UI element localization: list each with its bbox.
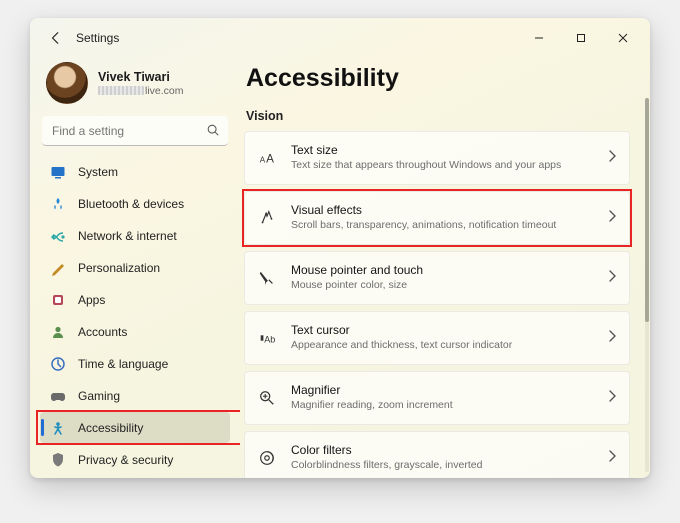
section-heading: Vision bbox=[244, 107, 644, 131]
svg-text:Ab: Ab bbox=[264, 335, 275, 345]
profile-name: Vivek Tiwari bbox=[98, 70, 184, 84]
card-text-cursor[interactable]: Ab Text cursor Appearance and thickness,… bbox=[244, 311, 630, 365]
card-title: Magnifier bbox=[291, 383, 601, 397]
nav-icon bbox=[50, 164, 66, 180]
maximize-button[interactable] bbox=[560, 23, 602, 53]
chevron-right-icon bbox=[607, 209, 617, 227]
svg-text:A: A bbox=[266, 153, 274, 166]
nav-icon bbox=[50, 356, 66, 372]
close-button[interactable] bbox=[602, 23, 644, 53]
sidebar-item-system[interactable]: System bbox=[40, 156, 230, 187]
card-icon bbox=[257, 388, 277, 408]
redacted-text bbox=[98, 86, 144, 95]
nav-icon bbox=[50, 388, 66, 404]
page-title: Accessibility bbox=[244, 58, 644, 107]
minimize-button[interactable] bbox=[518, 23, 560, 53]
card-magnifier[interactable]: Magnifier Magnifier reading, zoom increm… bbox=[244, 371, 630, 425]
titlebar: Settings bbox=[30, 18, 650, 58]
card-desc: Scroll bars, transparency, animations, n… bbox=[291, 219, 601, 232]
card-title: Mouse pointer and touch bbox=[291, 263, 601, 277]
nav-icon bbox=[50, 420, 66, 436]
chevron-right-icon bbox=[607, 389, 617, 407]
search-input[interactable] bbox=[42, 116, 228, 146]
sidebar-item-network-internet[interactable]: Network & internet bbox=[40, 220, 230, 251]
nav-icon bbox=[50, 452, 66, 468]
sidebar-item-time-language[interactable]: Time & language bbox=[40, 348, 230, 379]
card-title: Visual effects bbox=[291, 203, 601, 217]
main-pane: Accessibility Vision AA Text size Text s… bbox=[240, 58, 650, 478]
card-visual-effects[interactable]: Visual effects Scroll bars, transparency… bbox=[244, 191, 630, 245]
card-icon bbox=[257, 268, 277, 288]
app-title: Settings bbox=[76, 31, 119, 45]
card-icon bbox=[257, 208, 277, 228]
card-desc: Text size that appears throughout Window… bbox=[291, 159, 601, 172]
chevron-right-icon bbox=[607, 449, 617, 467]
card-icon bbox=[257, 448, 277, 468]
scrollbar[interactable] bbox=[645, 98, 649, 472]
profile-block[interactable]: Vivek Tiwari live.com bbox=[40, 58, 230, 116]
sidebar-item-accessibility[interactable]: Accessibility bbox=[40, 412, 230, 443]
nav-label: Privacy & security bbox=[78, 453, 173, 467]
sidebar-item-accounts[interactable]: Accounts bbox=[40, 316, 230, 347]
card-title: Text cursor bbox=[291, 323, 601, 337]
nav-label: Personalization bbox=[78, 261, 160, 275]
nav-icon bbox=[50, 228, 66, 244]
sidebar-item-apps[interactable]: Apps bbox=[40, 284, 230, 315]
card-title: Color filters bbox=[291, 443, 601, 457]
sidebar-item-windows-update[interactable]: Windows Update bbox=[40, 476, 230, 478]
chevron-right-icon bbox=[607, 329, 617, 347]
settings-window: Settings Vivek Tiwari live.com bbox=[30, 18, 650, 478]
svg-text:A: A bbox=[260, 156, 266, 165]
chevron-right-icon bbox=[607, 149, 617, 167]
sidebar-item-bluetooth-devices[interactable]: Bluetooth & devices bbox=[40, 188, 230, 219]
back-button[interactable] bbox=[44, 26, 68, 50]
card-mouse-pointer-and-touch[interactable]: Mouse pointer and touch Mouse pointer co… bbox=[244, 251, 630, 305]
scrollbar-thumb[interactable] bbox=[645, 98, 649, 322]
card-desc: Mouse pointer color, size bbox=[291, 279, 601, 292]
nav-list: System Bluetooth & devices Network & inter… bbox=[40, 156, 230, 478]
avatar bbox=[46, 62, 88, 104]
card-list: AA Text size Text size that appears thro… bbox=[244, 131, 644, 478]
card-text-size[interactable]: AA Text size Text size that appears thro… bbox=[244, 131, 630, 185]
sidebar-item-privacy-security[interactable]: Privacy & security bbox=[40, 444, 230, 475]
nav-label: Time & language bbox=[78, 357, 168, 371]
profile-email: live.com bbox=[98, 85, 184, 97]
search-icon bbox=[206, 123, 220, 142]
nav-label: Accounts bbox=[78, 325, 127, 339]
card-desc: Magnifier reading, zoom increment bbox=[291, 399, 601, 412]
nav-label: System bbox=[78, 165, 118, 179]
card-icon: Ab bbox=[257, 328, 277, 348]
nav-label: Gaming bbox=[78, 389, 120, 403]
nav-label: Accessibility bbox=[78, 421, 143, 435]
card-color-filters[interactable]: Color filters Colorblindness filters, gr… bbox=[244, 431, 630, 478]
card-title: Text size bbox=[291, 143, 601, 157]
nav-label: Bluetooth & devices bbox=[78, 197, 184, 211]
card-desc: Colorblindness filters, grayscale, inver… bbox=[291, 459, 601, 472]
nav-icon bbox=[50, 292, 66, 308]
card-desc: Appearance and thickness, text cursor in… bbox=[291, 339, 601, 352]
sidebar-item-gaming[interactable]: Gaming bbox=[40, 380, 230, 411]
nav-label: Network & internet bbox=[78, 229, 177, 243]
sidebar-item-personalization[interactable]: Personalization bbox=[40, 252, 230, 283]
nav-icon bbox=[50, 324, 66, 340]
search-box bbox=[42, 116, 228, 146]
nav-label: Apps bbox=[78, 293, 105, 307]
card-icon: AA bbox=[257, 148, 277, 168]
nav-icon bbox=[50, 260, 66, 276]
sidebar: Vivek Tiwari live.com System Bluetooth & … bbox=[30, 58, 240, 478]
nav-icon bbox=[50, 196, 66, 212]
chevron-right-icon bbox=[607, 269, 617, 287]
